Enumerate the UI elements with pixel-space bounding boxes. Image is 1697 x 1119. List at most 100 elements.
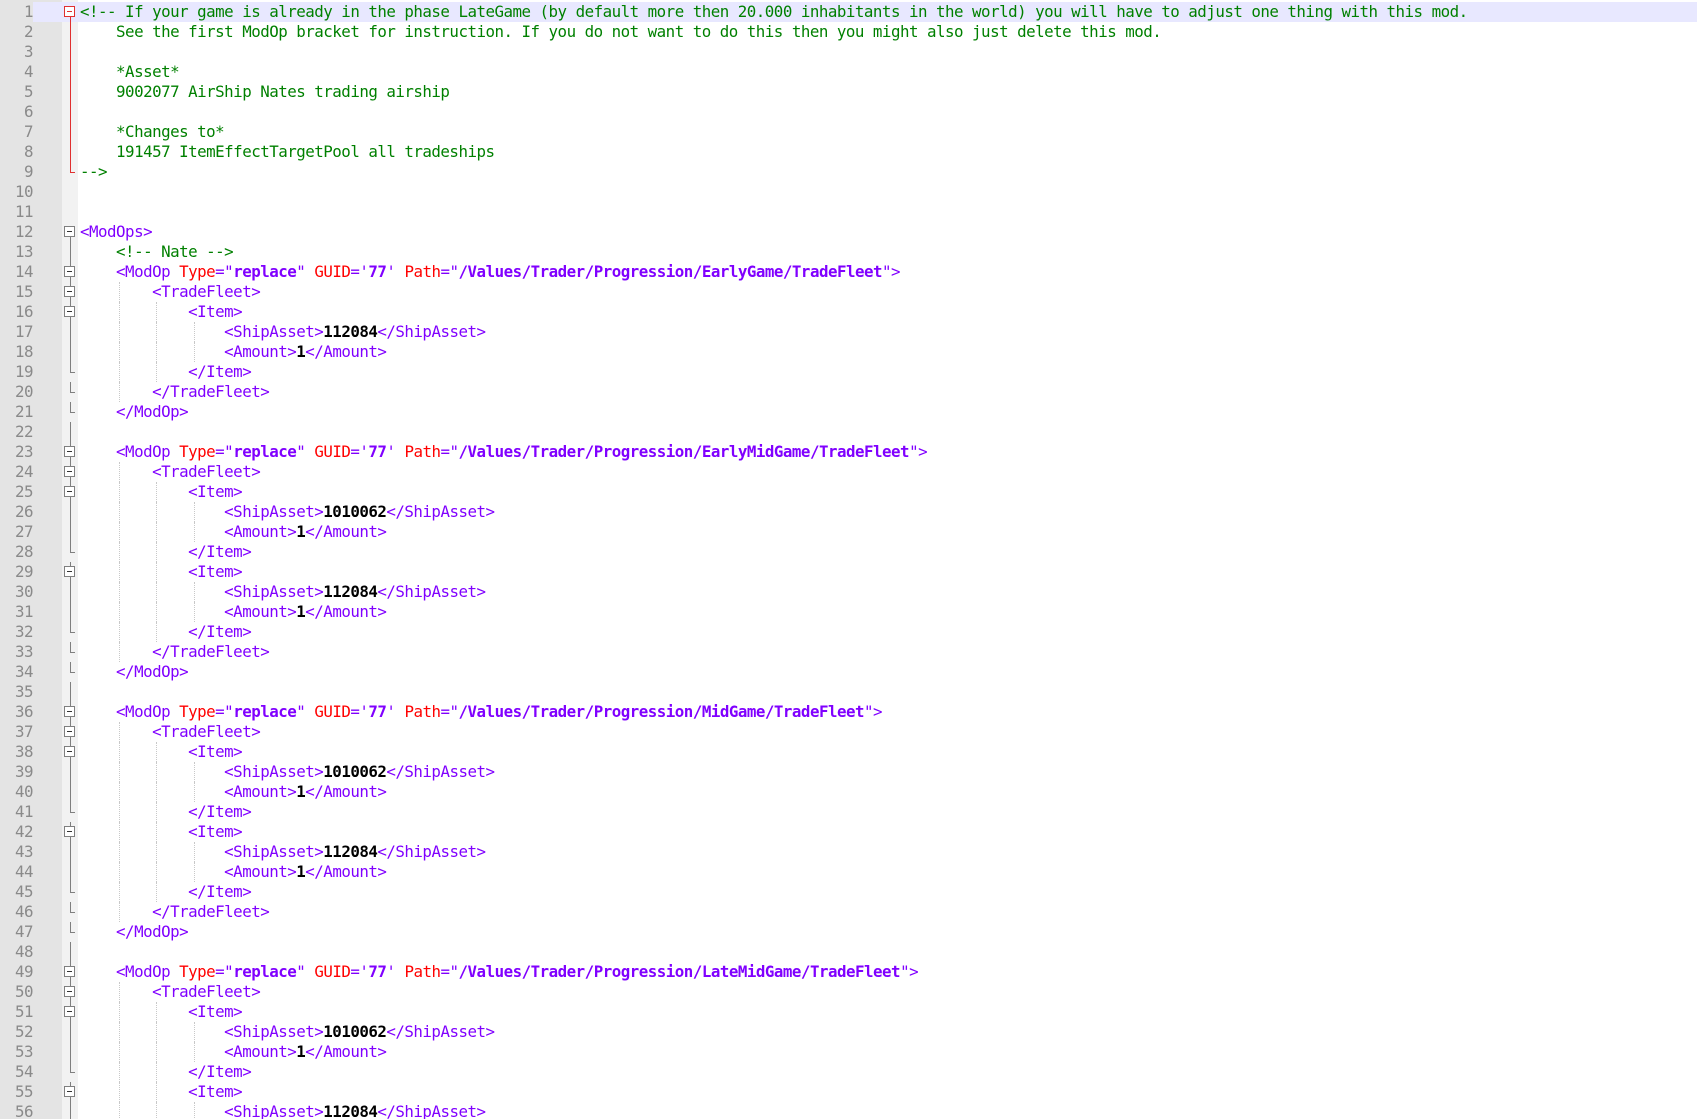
line-code[interactable]: <ModOp Type="replace" GUID='77' Path="/V… <box>80 962 1697 982</box>
line-code[interactable]: 191457 ItemEffectTargetPool all tradeshi… <box>80 142 1697 162</box>
code-line[interactable]: 12 <ModOps> <box>0 222 1697 242</box>
code-line[interactable]: 10 <box>0 182 1697 202</box>
fold-toggle-icon[interactable] <box>62 982 78 1002</box>
line-code[interactable]: <ModOp Type="replace" GUID='77' Path="/V… <box>80 262 1697 282</box>
fold-toggle-icon[interactable] <box>62 302 78 322</box>
code-editor[interactable]: 1 <!-- If your game is already in the pha… <box>0 0 1697 1119</box>
line-code[interactable]: <Amount>1</Amount> <box>80 782 1697 802</box>
line-code[interactable]: <ShipAsset>1010062</ShipAsset> <box>80 762 1697 782</box>
code-line[interactable]: 53 <Amount>1</Amount> <box>0 1042 1697 1062</box>
code-line[interactable]: 8 191457 ItemEffectTargetPool all trades… <box>0 142 1697 162</box>
code-line[interactable]: 24 <TradeFleet> <box>0 462 1697 482</box>
line-code[interactable]: </TradeFleet> <box>80 902 1697 922</box>
code-line[interactable]: 42 <Item> <box>0 822 1697 842</box>
fold-toggle-icon[interactable] <box>62 262 78 282</box>
code-line[interactable]: 26 <ShipAsset>1010062</ShipAsset> <box>0 502 1697 522</box>
line-code[interactable]: </Item> <box>80 542 1697 562</box>
code-line[interactable]: 20 </TradeFleet> <box>0 382 1697 402</box>
line-code[interactable] <box>80 42 1697 62</box>
collapse-icon[interactable] <box>64 466 75 477</box>
collapse-icon[interactable] <box>64 306 75 317</box>
line-code[interactable]: 9002077 AirShip Nates trading airship <box>80 82 1697 102</box>
fold-toggle-icon[interactable] <box>62 442 78 462</box>
line-code[interactable]: <ShipAsset>1010062</ShipAsset> <box>80 1022 1697 1042</box>
line-code[interactable]: <Amount>1</Amount> <box>80 862 1697 882</box>
code-line[interactable]: 46 </TradeFleet> <box>0 902 1697 922</box>
fold-toggle-icon[interactable] <box>62 722 78 742</box>
code-line[interactable]: 37 <TradeFleet> <box>0 722 1697 742</box>
code-line[interactable]: 36 <ModOp Type="replace" GUID='77' Path=… <box>0 702 1697 722</box>
fold-toggle-icon[interactable] <box>62 1082 78 1102</box>
code-lines[interactable]: 1 <!-- If your game is already in the pha… <box>0 2 1697 1119</box>
code-line[interactable]: 7 *Changes to* <box>0 122 1697 142</box>
code-line[interactable]: 23 <ModOp Type="replace" GUID='77' Path=… <box>0 442 1697 462</box>
line-code[interactable]: <!-- Nate --> <box>80 242 1697 262</box>
code-line[interactable]: 47 </ModOp> <box>0 922 1697 942</box>
collapse-icon[interactable] <box>64 726 75 737</box>
code-line[interactable]: 6 <box>0 102 1697 122</box>
code-line[interactable]: 16 <Item> <box>0 302 1697 322</box>
code-line[interactable]: 29 <Item> <box>0 562 1697 582</box>
line-code[interactable]: *Asset* <box>80 62 1697 82</box>
code-line[interactable]: 5 9002077 AirShip Nates trading airship <box>0 82 1697 102</box>
code-line[interactable]: 11 <box>0 202 1697 222</box>
line-code[interactable]: </ModOp> <box>80 662 1697 682</box>
code-line[interactable]: 38 <Item> <box>0 742 1697 762</box>
code-line[interactable]: 13 <!-- Nate --> <box>0 242 1697 262</box>
collapse-icon[interactable] <box>64 486 75 497</box>
line-code[interactable]: </Item> <box>80 882 1697 902</box>
fold-toggle-icon[interactable] <box>62 482 78 502</box>
line-code[interactable]: <TradeFleet> <box>80 462 1697 482</box>
fold-toggle-icon[interactable] <box>62 1002 78 1022</box>
code-line[interactable]: 14 <ModOp Type="replace" GUID='77' Path=… <box>0 262 1697 282</box>
line-code[interactable]: </ModOp> <box>80 402 1697 422</box>
code-line[interactable]: 31 <Amount>1</Amount> <box>0 602 1697 622</box>
collapse-icon[interactable] <box>64 826 75 837</box>
fold-toggle-icon[interactable] <box>62 702 78 722</box>
code-line[interactable]: 56 <ShipAsset>112084</ShipAsset> <box>0 1102 1697 1119</box>
line-code[interactable]: <Item> <box>80 482 1697 502</box>
code-line[interactable]: 2 See the first ModOp bracket for instru… <box>0 22 1697 42</box>
collapse-icon[interactable] <box>64 266 75 277</box>
fold-toggle-icon[interactable] <box>62 2 78 22</box>
fold-toggle-icon[interactable] <box>62 962 78 982</box>
fold-toggle-icon[interactable] <box>62 282 78 302</box>
code-line[interactable]: 35 <box>0 682 1697 702</box>
line-code[interactable]: <Item> <box>80 1082 1697 1102</box>
line-code[interactable]: <ModOp Type="replace" GUID='77' Path="/V… <box>80 442 1697 462</box>
code-line[interactable]: 9 --> <box>0 162 1697 182</box>
code-line[interactable]: 51 <Item> <box>0 1002 1697 1022</box>
fold-toggle-icon[interactable] <box>62 462 78 482</box>
line-code[interactable]: <Item> <box>80 302 1697 322</box>
line-code[interactable]: <TradeFleet> <box>80 282 1697 302</box>
collapse-icon[interactable] <box>64 446 75 457</box>
line-code[interactable]: <ShipAsset>112084</ShipAsset> <box>80 322 1697 342</box>
code-line[interactable]: 17 <ShipAsset>112084</ShipAsset> <box>0 322 1697 342</box>
line-code[interactable]: <Item> <box>80 742 1697 762</box>
line-code[interactable]: --> <box>80 162 1697 182</box>
code-line[interactable]: 27 <Amount>1</Amount> <box>0 522 1697 542</box>
fold-toggle-icon[interactable] <box>62 742 78 762</box>
code-line[interactable]: 15 <TradeFleet> <box>0 282 1697 302</box>
collapse-icon[interactable] <box>64 966 75 977</box>
line-code[interactable]: <ModOps> <box>80 222 1697 242</box>
code-line[interactable]: 33 </TradeFleet> <box>0 642 1697 662</box>
code-line[interactable]: 50 <TradeFleet> <box>0 982 1697 1002</box>
line-code[interactable] <box>80 422 1697 442</box>
line-code[interactable] <box>80 682 1697 702</box>
line-code[interactable]: <Item> <box>80 1002 1697 1022</box>
code-line[interactable]: 55 <Item> <box>0 1082 1697 1102</box>
code-line[interactable]: 45 </Item> <box>0 882 1697 902</box>
code-line[interactable]: 48 <box>0 942 1697 962</box>
collapse-icon[interactable] <box>64 6 75 17</box>
line-code[interactable]: <Amount>1</Amount> <box>80 602 1697 622</box>
code-line[interactable]: 25 <Item> <box>0 482 1697 502</box>
fold-toggle-icon[interactable] <box>62 822 78 842</box>
line-code[interactable]: <ShipAsset>1010062</ShipAsset> <box>80 502 1697 522</box>
code-line[interactable]: 28 </Item> <box>0 542 1697 562</box>
line-code[interactable]: </Item> <box>80 1062 1697 1082</box>
line-code[interactable]: <TradeFleet> <box>80 722 1697 742</box>
code-line[interactable]: 19 </Item> <box>0 362 1697 382</box>
line-code[interactable]: <TradeFleet> <box>80 982 1697 1002</box>
code-line[interactable]: 40 <Amount>1</Amount> <box>0 782 1697 802</box>
